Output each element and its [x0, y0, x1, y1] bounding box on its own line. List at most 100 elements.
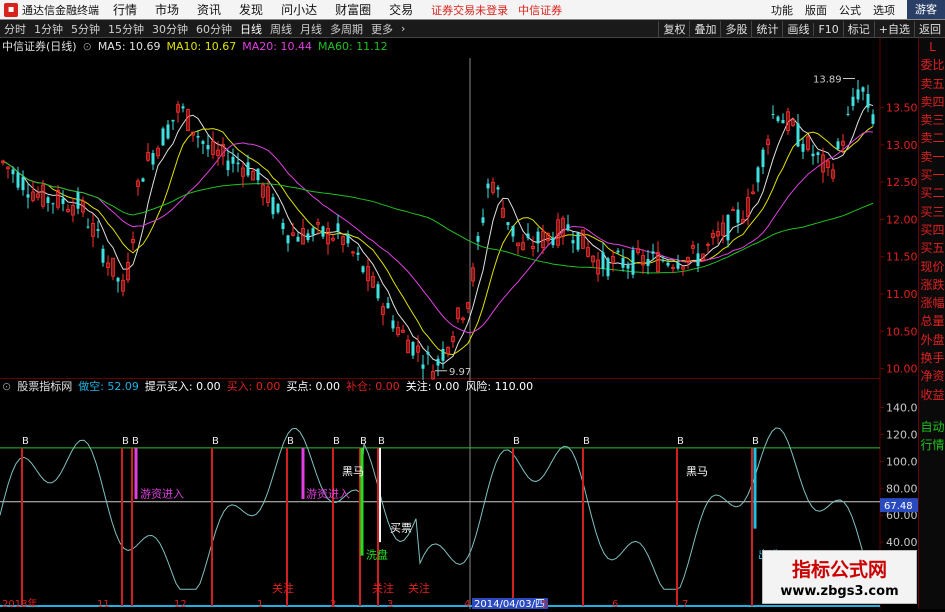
sidebar-item[interactable]: 总量	[919, 312, 945, 330]
menu-layout[interactable]: 版面	[805, 2, 827, 18]
sidebar-mode[interactable]: 行情	[919, 436, 945, 454]
candle-down	[856, 89, 860, 100]
sidebar-mode[interactable]: 自动	[919, 418, 945, 436]
menu-market[interactable]: 市场	[155, 1, 179, 18]
stock-title[interactable]: 中信证券(日线)	[2, 38, 77, 54]
y-tick-label: 100.00	[886, 455, 918, 468]
x-tick-label: 12	[174, 599, 187, 609]
period-tab[interactable]: 60分钟	[192, 21, 236, 37]
indicator-title[interactable]: 股票指标网	[17, 378, 72, 394]
candle-down	[846, 113, 850, 115]
candle-down	[756, 167, 760, 183]
candle-down	[116, 277, 120, 282]
menu-functions[interactable]: 功能	[771, 2, 793, 18]
candle-down	[16, 172, 20, 188]
period-tab[interactable]: 分时	[0, 21, 30, 37]
period-tab-active[interactable]: 日线	[236, 21, 266, 37]
period-tab[interactable]: 1分钟	[30, 21, 67, 37]
sidebar-item[interactable]: 卖三	[919, 111, 945, 129]
sidebar-item[interactable]: 买一	[919, 166, 945, 184]
broker-name[interactable]: 中信证券	[518, 2, 562, 18]
y-tick-label: 11.50	[886, 251, 918, 264]
sidebar-item[interactable]: 净资	[919, 367, 945, 385]
sidebar-item[interactable]: 卖四	[919, 93, 945, 111]
candle-down	[26, 194, 30, 198]
tool-f10[interactable]: F10	[813, 22, 842, 36]
candle-down	[871, 114, 875, 124]
period-more[interactable]: 更多	[367, 21, 397, 37]
period-toolbar: 分时 1分钟 5分钟 15分钟 30分钟 60分钟 日线 周线 月线 多周期 更…	[0, 20, 945, 38]
candle-down	[576, 232, 580, 250]
tool-adjust[interactable]: 复权	[658, 21, 689, 37]
candle-down	[376, 284, 380, 299]
menu-quotes[interactable]: 行情	[113, 1, 137, 18]
menu-news[interactable]: 资讯	[197, 1, 221, 18]
sidebar-item[interactable]: 委比	[919, 56, 945, 74]
buy-signal-label: B	[583, 436, 590, 447]
candle-down	[651, 251, 655, 254]
menu-trade[interactable]: 交易	[389, 1, 413, 18]
sidebar-item[interactable]: 换手	[919, 349, 945, 367]
candle-down	[201, 141, 205, 144]
kline-chart[interactable]: BBBBBBBBBBBB游资进入游资进入黑马黑马洗盘买票出逃关注关注关注 13.…	[0, 38, 925, 610]
sidebar-item[interactable]: 外盘	[919, 331, 945, 349]
candle-down	[426, 351, 430, 355]
period-tab[interactable]: 15分钟	[104, 21, 148, 37]
buy-signal-label: B	[22, 436, 29, 447]
dark-horse-label: 黑马	[342, 465, 364, 478]
chart-area[interactable]: BBBBBBBBBBBB游资进入游资进入黑马黑马洗盘买票出逃关注关注关注 13.…	[0, 38, 925, 610]
sidebar-item[interactable]: 买二	[919, 184, 945, 202]
menu-options[interactable]: 选项	[873, 2, 895, 18]
menu-discover[interactable]: 发现	[239, 1, 263, 18]
tool-watchlist[interactable]: +自选	[873, 21, 914, 37]
sidebar-item[interactable]: 卖一	[919, 148, 945, 166]
candle-down	[866, 93, 870, 108]
buy-signal-label: B	[378, 436, 385, 447]
period-tab[interactable]: 30分钟	[148, 21, 192, 37]
y-tick-label: 140.00	[886, 401, 918, 414]
y-tick-label: 10.00	[886, 363, 918, 376]
candle-down	[796, 123, 800, 147]
buy-signal-label: B	[132, 436, 139, 447]
x-tick-label: 11	[97, 599, 110, 609]
menu-wealth[interactable]: 财富圈	[335, 1, 371, 18]
period-tab[interactable]: 月线	[296, 21, 326, 37]
candle-down	[606, 258, 610, 277]
candle-down	[411, 341, 415, 356]
sidebar-item[interactable]: 收益	[919, 386, 945, 404]
buy-ticket-label: 买票	[390, 521, 412, 534]
sidebar-level[interactable]: L	[919, 38, 945, 56]
period-tab[interactable]: 多周期	[326, 21, 367, 37]
candle-down	[296, 236, 300, 242]
settings-icon[interactable]: ⊙	[2, 380, 11, 393]
tool-back[interactable]: 返回	[914, 21, 945, 37]
guest-button[interactable]: 游客	[907, 0, 945, 19]
fund-in-label: 游资进入	[306, 488, 350, 501]
sidebar-item[interactable]: 涨跌	[919, 276, 945, 294]
tool-stats[interactable]: 统计	[751, 21, 782, 37]
sidebar-item[interactable]: 买五	[919, 239, 945, 257]
period-tab[interactable]: 周线	[266, 21, 296, 37]
more-arrow-icon[interactable]: ›	[397, 22, 409, 35]
menu-right: 功能 版面 公式 选项 游客	[771, 0, 945, 19]
sidebar-item[interactable]: 涨幅	[919, 294, 945, 312]
candle-down	[626, 264, 630, 269]
menu-formula[interactable]: 公式	[839, 2, 861, 18]
tool-overlay[interactable]: 叠加	[689, 21, 720, 37]
menu-ask[interactable]: 问小达	[281, 1, 317, 18]
sidebar-item[interactable]: 卖五	[919, 75, 945, 93]
candle-down	[271, 197, 275, 215]
sidebar-item[interactable]: 买三	[919, 203, 945, 221]
tool-mark[interactable]: 标记	[842, 21, 874, 37]
period-tab[interactable]: 5分钟	[67, 21, 104, 37]
trade-login-status[interactable]: 证券交易未登录	[431, 2, 508, 18]
sidebar-item[interactable]: 买四	[919, 221, 945, 239]
sidebar-item[interactable]: 卖二	[919, 129, 945, 147]
tool-multi[interactable]: 多股	[720, 21, 751, 37]
candle-down	[496, 187, 500, 190]
tool-draw[interactable]: 画线	[782, 21, 813, 37]
sidebar-item[interactable]: 现价	[919, 258, 945, 276]
candle-down	[236, 162, 240, 165]
quote-sidebar: L 委比 卖五 卖四 卖三 卖二 卖一 买一 买二 买三 买四 买五 现价 涨跌 涨幅 总量 外盘 换手 净资 收益…	[918, 38, 945, 609]
collapse-icon[interactable]: ⊙	[83, 40, 92, 53]
